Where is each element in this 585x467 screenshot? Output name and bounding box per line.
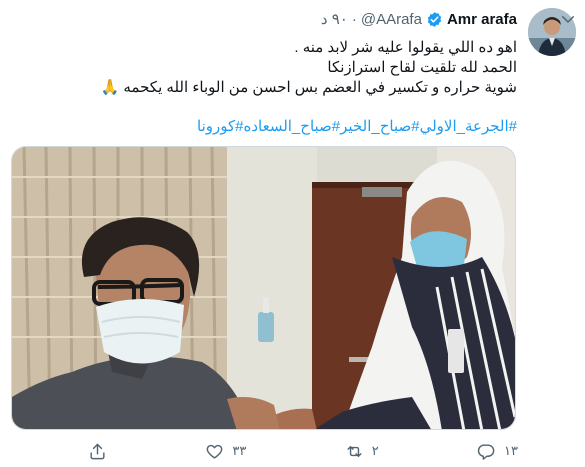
tweet-timestamp[interactable]: ٩٠ د — [321, 10, 348, 28]
like-button[interactable]: ٣٣ — [205, 442, 246, 461]
reply-icon — [477, 443, 495, 460]
tweet-line: شوية حراره و تكسير في العضم بس احسن من ا… — [100, 79, 517, 96]
hashtag-link[interactable]: #صباح_الخير — [340, 118, 419, 135]
retweet-icon — [347, 445, 362, 457]
share-icon — [90, 443, 105, 459]
like-count: ٣٣ — [232, 443, 247, 458]
tweet-header: Amr arafa @AArafa · ٩٠ د — [321, 9, 517, 29]
hashtag-line: #الجرعة_الاولي#صباح_الخير#صباح_السعاده#ك… — [17, 117, 517, 137]
tweet-text: اهو ده اللي يقولوا عليه شر لابد منه . ال… — [17, 38, 517, 98]
retweet-count: ٢ — [371, 443, 379, 458]
hashtag-link[interactable]: #كورونا — [197, 118, 243, 135]
tweet-card[interactable]: Amr arafa @AArafa · ٩٠ د اهو ده اللي يقو… — [0, 0, 585, 467]
reply-count: ١٣ — [504, 443, 518, 458]
display-name[interactable]: Amr arafa — [447, 11, 517, 28]
tweet-actions: ٣٣ ٢ ١٣ — [88, 440, 518, 462]
tweet-line: الحمد لله تلقيت لقاح استرازنكا — [327, 59, 517, 76]
verified-badge-icon — [426, 11, 443, 28]
vaccination-photo — [12, 147, 515, 429]
header-separator: · — [351, 10, 357, 28]
user-handle[interactable]: @AArafa — [361, 11, 422, 28]
heart-icon — [207, 444, 223, 459]
retweet-button[interactable]: ٢ — [345, 442, 379, 461]
tweet-line: اهو ده اللي يقولوا عليه شر لابد منه . — [294, 39, 517, 56]
chevron-down-icon[interactable] — [559, 10, 577, 28]
hashtag-link[interactable]: #صباح_السعاده — [243, 118, 340, 135]
share-button[interactable] — [88, 442, 107, 461]
tweet-photo[interactable] — [11, 146, 516, 430]
reply-button[interactable]: ١٣ — [477, 442, 518, 461]
hashtag-link[interactable]: #الجرعة_الاولي — [420, 118, 517, 135]
